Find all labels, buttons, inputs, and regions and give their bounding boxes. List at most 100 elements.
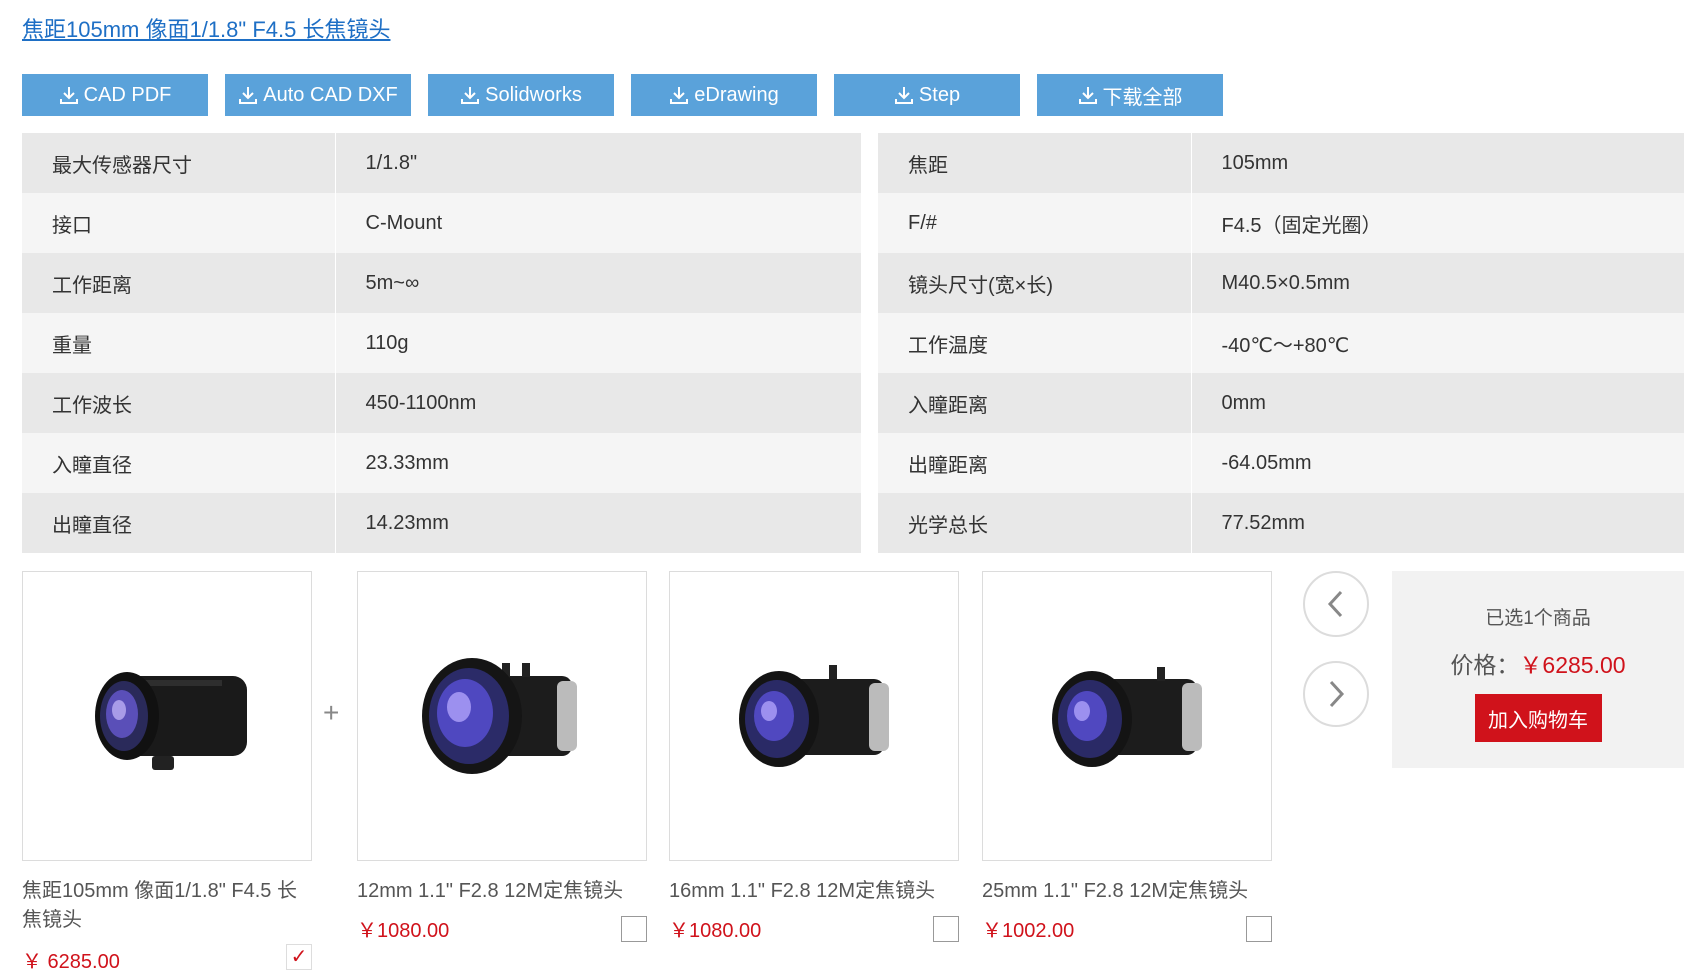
download-label: Step — [918, 83, 961, 106]
chevron-left-icon — [1327, 590, 1343, 618]
spec-key: 最大传感器尺寸 — [22, 133, 336, 193]
spec-key: 镜头尺寸(宽×长) — [878, 253, 1192, 313]
spec-row: F/# F4.5（固定光圈） — [878, 193, 1684, 253]
product-image-box[interactable] — [669, 571, 959, 861]
spec-value: 23.33mm — [365, 451, 449, 474]
spec-row: 工作距离 5m~∞ — [22, 253, 861, 313]
download-icon — [670, 87, 689, 104]
spec-row: 最大传感器尺寸 1/1.8" — [22, 133, 861, 193]
download-solidworks-button[interactable]: Solidworks — [428, 74, 614, 116]
product-card-main: 焦距105mm 像面1/1.8" F4.5 长焦镜头 ￥ 6285.00 ✓ — [22, 571, 312, 974]
spec-key: 重量 — [22, 313, 336, 373]
spec-key: 工作温度 — [878, 313, 1192, 373]
product-name[interactable]: 16mm 1.1" F2.8 12M定焦镜头 — [669, 877, 959, 906]
spec-key: 出瞳距离 — [878, 433, 1192, 493]
product-card: 25mm 1.1" F2.8 12M定焦镜头 ￥1002.00 — [982, 571, 1272, 943]
spec-row: 焦距 105mm — [878, 133, 1684, 193]
carousel-prev-button[interactable] — [1303, 571, 1369, 637]
product-image-box[interactable] — [357, 571, 647, 861]
product-image-box[interactable] — [22, 571, 312, 861]
spec-key: 工作波长 — [22, 373, 336, 433]
carousel-next-button[interactable] — [1303, 661, 1369, 727]
product-card: 16mm 1.1" F2.8 12M定焦镜头 ￥1080.00 — [669, 571, 959, 943]
download-label: eDrawing — [694, 83, 779, 106]
product-price: ￥1080.00 — [357, 920, 450, 942]
spec-row: 工作温度 -40℃～+80℃ — [878, 313, 1684, 373]
spec-row: 重量 110g — [22, 313, 861, 373]
product-price: ￥1002.00 — [982, 920, 1075, 942]
spec-key: 入瞳距离 — [878, 373, 1192, 433]
price-label: 价格： — [1450, 652, 1520, 678]
spec-table-right: 焦距 105mm F/# F4.5（固定光圈） 镜头尺寸(宽×长) M40.5×0.5… — [878, 133, 1684, 553]
chevron-right-icon — [1329, 680, 1345, 708]
download-icon — [1078, 87, 1097, 104]
spec-key: 入瞳直径 — [22, 433, 336, 493]
spec-value: -64.05mm — [1221, 451, 1312, 474]
product-price: ￥1080.00 — [669, 920, 762, 942]
product-name[interactable]: 焦距105mm 像面1/1.8" F4.5 长焦镜头 — [22, 877, 312, 935]
add-to-cart-button[interactable]: 加入购物车 — [1474, 694, 1602, 742]
product-checkbox[interactable]: ✓ — [286, 944, 312, 970]
lens-image — [739, 665, 889, 767]
download-label: Solidworks — [485, 83, 582, 106]
lens-image — [422, 658, 577, 774]
product-checkbox[interactable] — [933, 916, 959, 942]
download-step-button[interactable]: Step — [834, 74, 1020, 116]
lens-image — [1052, 667, 1202, 767]
lens-image — [95, 672, 247, 770]
download-edrawing-button[interactable]: eDrawing — [631, 74, 817, 116]
spec-value: -40℃～+80℃ — [1221, 334, 1350, 357]
spec-row: 工作波长 450-1100nm — [22, 373, 861, 433]
spec-value: 5m~∞ — [365, 271, 420, 294]
spec-value: 14.23mm — [365, 511, 449, 534]
spec-row: 光学总长 77.52mm — [878, 493, 1684, 553]
spec-value: 1/1.8" — [365, 151, 418, 174]
spec-value: 105mm — [1221, 151, 1289, 174]
product-card: 12mm 1.1" F2.8 12M定焦镜头 ￥1080.00 — [357, 571, 647, 943]
plus-sign: + — [323, 697, 340, 728]
spec-key: 出瞳直径 — [22, 493, 336, 553]
total-price-row: 价格：￥6285.00 — [1392, 646, 1684, 680]
spec-row: 接口 C-Mount — [22, 193, 861, 253]
spec-row: 出瞳距离 -64.05mm — [878, 433, 1684, 493]
spec-key: 接口 — [22, 193, 336, 253]
spec-key: 工作距离 — [22, 253, 336, 313]
spec-value: 110g — [365, 331, 409, 354]
spec-value: 450-1100nm — [365, 391, 477, 414]
spec-value: F4.5（固定光圈） — [1221, 214, 1382, 237]
product-checkbox[interactable] — [621, 916, 647, 942]
spec-row: 入瞳距离 0mm — [878, 373, 1684, 433]
spec-value: 0mm — [1221, 391, 1266, 414]
spec-value: M40.5×0.5mm — [1221, 271, 1350, 294]
spec-row: 出瞳直径 14.23mm — [22, 493, 861, 553]
product-price: ￥ 6285.00 — [22, 951, 120, 973]
product-checkbox[interactable] — [1246, 916, 1272, 942]
product-name[interactable]: 25mm 1.1" F2.8 12M定焦镜头 — [982, 877, 1272, 906]
download-icon — [239, 87, 258, 104]
selected-count: 已选1个商品 — [1485, 608, 1591, 629]
product-title-link[interactable]: 焦距105mm 像面1/1.8" F4.5 长焦镜头 — [22, 12, 390, 44]
spec-key: 焦距 — [878, 133, 1192, 193]
bundle-summary: 已选1个商品 价格：￥6285.00 加入购物车 — [1392, 571, 1684, 768]
download-icon — [59, 87, 78, 104]
download-icon — [461, 87, 480, 104]
product-image-box[interactable] — [982, 571, 1272, 861]
download-icon — [894, 87, 913, 104]
spec-table-left: 最大传感器尺寸 1/1.8" 接口 C-Mount 工作距离 5m~∞ 重量 110g … — [22, 133, 861, 553]
download-dxf-button[interactable]: Auto CAD DXF — [225, 74, 411, 116]
spec-value: 77.52mm — [1221, 511, 1305, 534]
spec-value: C-Mount — [365, 211, 443, 234]
download-label: 下载全部 — [1102, 86, 1183, 109]
spec-row: 镜头尺寸(宽×长) M40.5×0.5mm — [878, 253, 1684, 313]
download-all-button[interactable]: 下载全部 — [1037, 74, 1223, 116]
download-label: Auto CAD DXF — [263, 83, 398, 106]
spec-key: F/# — [878, 193, 1192, 253]
spec-key: 光学总长 — [878, 493, 1192, 553]
checkmark-icon: ✓ — [290, 946, 308, 968]
spec-row: 入瞳直径 23.33mm — [22, 433, 861, 493]
download-bar: CAD PDF Auto CAD DXF Solidworks eDrawing… — [22, 74, 1223, 116]
download-cad-pdf-button[interactable]: CAD PDF — [22, 74, 208, 116]
total-price: ￥6285.00 — [1519, 652, 1626, 678]
product-name[interactable]: 12mm 1.1" F2.8 12M定焦镜头 — [357, 877, 647, 906]
download-label: CAD PDF — [83, 83, 172, 106]
